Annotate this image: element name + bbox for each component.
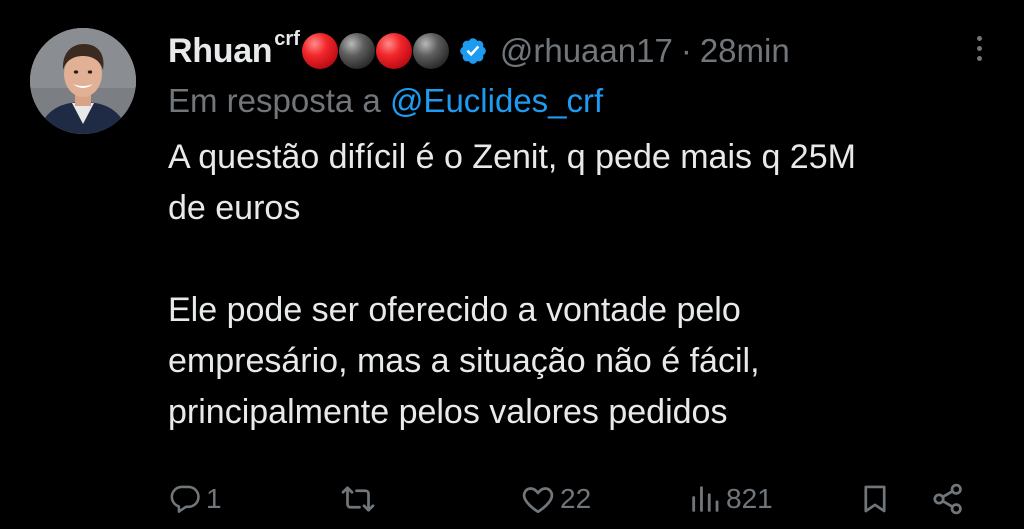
tweet-text: A questão difícil é o Zenit, q pede mais… <box>168 138 856 431</box>
display-name[interactable]: Rhuan <box>168 32 273 71</box>
like-count: 22 <box>560 483 592 514</box>
red-ball-icon <box>375 33 412 69</box>
reply-count: 1 <box>206 483 222 514</box>
retweet-button[interactable] <box>340 474 380 524</box>
user-handle[interactable]: @rhuaan17 <box>500 32 673 70</box>
name-emojis <box>301 33 450 69</box>
reply-button[interactable]: 1 <box>168 474 222 524</box>
avatar[interactable] <box>30 28 136 134</box>
bookmark-button[interactable] <box>858 474 892 524</box>
bookmark-icon <box>864 485 886 513</box>
red-ball-icon <box>301 33 338 69</box>
reply-to-link[interactable]: @Euclides_crf <box>390 82 603 119</box>
tweet-header: Rhuan crf @rhuaan17 · 28min <box>168 24 998 78</box>
bar-chart-icon <box>692 486 719 512</box>
black-ball-icon <box>412 33 449 69</box>
tweet-card[interactable]: Rhuan crf @rhuaan17 · 28min Em resposta … <box>0 0 1024 529</box>
avatar-image <box>30 28 136 134</box>
share-icon <box>933 483 962 515</box>
display-name-superscript: crf <box>274 27 300 50</box>
tweet-actions: 1 22 821 <box>168 474 978 524</box>
speech-bubble-icon <box>170 485 200 513</box>
reply-context: Em resposta a @Euclides_crf <box>168 78 998 124</box>
reply-prefix: Em resposta a <box>168 82 381 119</box>
views-count: 821 <box>726 483 773 514</box>
more-vertical-icon[interactable] <box>964 28 994 68</box>
tweet-content: Rhuan crf @rhuaan17 · 28min Em resposta … <box>168 24 998 438</box>
verified-badge-icon <box>460 38 486 64</box>
views-button[interactable]: 821 <box>688 474 773 524</box>
timestamp[interactable]: 28min <box>700 32 790 70</box>
separator-dot: · <box>680 32 692 69</box>
black-ball-icon <box>338 33 375 69</box>
retweet-icon <box>341 486 375 512</box>
share-button[interactable] <box>930 474 966 524</box>
heart-icon <box>522 487 554 514</box>
like-button[interactable]: 22 <box>520 474 591 524</box>
